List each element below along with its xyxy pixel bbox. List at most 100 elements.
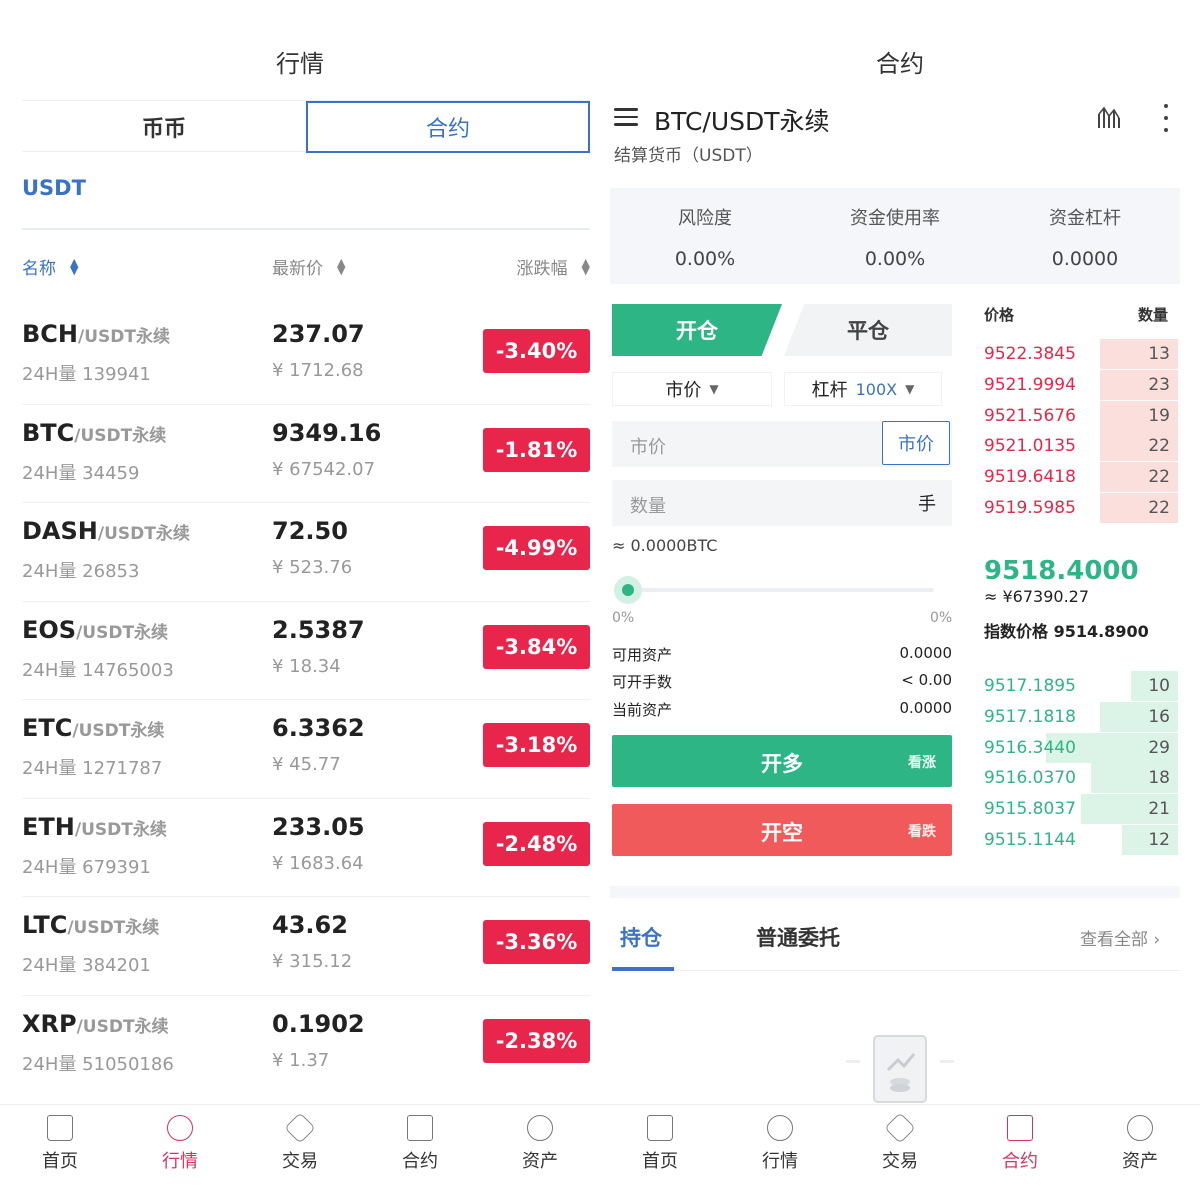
ask-price: 9522.3845 [984, 344, 1076, 364]
market-row[interactable]: BTC/USDT永续 24H量 34459 9349.16 ¥ 67542.07… [22, 405, 590, 503]
ask-price: 9521.5676 [984, 405, 1076, 426]
bid-quantity: 16 [1148, 706, 1170, 727]
open-short-label: 开空 [761, 821, 803, 845]
caret-down-icon: ▼ [709, 382, 719, 396]
section-divider [610, 886, 1180, 898]
bid-row[interactable]: 9517.1895 10 [984, 671, 1178, 701]
cny-price: ¥ 1683.64 [272, 852, 364, 874]
market-row[interactable]: BCH/USDT永续 24H量 139941 237.07 ¥ 1712.68 … [22, 306, 590, 405]
bid-row[interactable]: 9515.8037 21 [984, 794, 1178, 825]
tab-label: 首页 [642, 1151, 678, 1172]
tab-label: 资产 [1122, 1151, 1158, 1172]
ask-row[interactable]: 9519.5985 22 [984, 493, 1178, 523]
sort-by-name[interactable]: 名称 ▲ ▼ [22, 254, 78, 280]
bid-price: 9515.1144 [984, 830, 1076, 850]
market-row[interactable]: ETC/USDT永续 24H量 1271787 6.3362 ¥ 45.77 -… [22, 700, 590, 799]
ask-row[interactable]: 9521.0135 22 [984, 431, 1178, 462]
amount-slider-handle[interactable] [614, 576, 642, 604]
tab-home[interactable]: 首页 [0, 1115, 120, 1173]
tab-label: 首页 [42, 1151, 78, 1172]
account-stats: 风险度 0.00% 资金使用率 0.00% 资金杠杆 0.0000 [610, 188, 1180, 284]
tab-usdt[interactable]: USDT [22, 176, 86, 200]
change-header: 涨跌幅 [516, 259, 568, 279]
tab-label: 资产 [522, 1151, 558, 1172]
symbol: DASH/USDT永续 [22, 517, 190, 545]
market-row[interactable]: LTC/USDT永续 24H量 384201 43.62 ¥ 315.12 -3… [22, 897, 590, 996]
amount-slider-track[interactable] [628, 588, 934, 592]
price-field[interactable]: 市价 市价 [612, 421, 952, 467]
tab-market[interactable]: 行情 [720, 1115, 840, 1173]
ask-row[interactable]: 9521.9994 23 [984, 369, 1178, 400]
symbol: BTC/USDT永续 [22, 418, 167, 447]
home-icon [647, 1115, 673, 1141]
volume-24h: 24H量 139941 [22, 364, 151, 385]
sort-by-change[interactable]: 涨跌幅 ▲ ▼ [516, 254, 590, 280]
leverage-select[interactable]: 杠杆 100X ▼ [784, 372, 942, 406]
cny-price: ¥ 523.76 [272, 557, 353, 578]
market-row[interactable]: EOS/USDT永续 24H量 14765003 2.5387 ¥ 18.34 … [22, 602, 590, 700]
contract-pair[interactable]: BTC/USDT永续 [654, 102, 830, 138]
change-badge: -4.99% [483, 526, 590, 570]
more-icon[interactable] [1162, 104, 1170, 132]
last-price-cny: ≈ ¥67390.27 [984, 587, 1090, 606]
sort-by-price[interactable]: 最新价 ▲ ▼ [272, 254, 345, 280]
ask-quantity: 19 [1148, 405, 1170, 426]
tab-open-position[interactable]: 开仓 [612, 304, 782, 356]
bottom-tabbar: 首页 行情 交易 合约 资产 [0, 1104, 600, 1200]
settlement-currency: 结算货币（USDT） [614, 146, 763, 166]
bid-row[interactable]: 9515.1144 12 [984, 825, 1178, 855]
sort-icon: ▲ ▼ [581, 255, 590, 277]
tab-label: 交易 [882, 1151, 918, 1172]
market-row[interactable]: DASH/USDT永续 24H量 26853 72.50 ¥ 523.76 -4… [22, 503, 590, 602]
tab-contract[interactable]: 合约 [360, 1115, 480, 1173]
ask-row[interactable]: 9519.6418 22 [984, 462, 1178, 493]
tab-orders[interactable]: 普通委托 [756, 922, 840, 952]
kline-chart-icon[interactable] [1096, 104, 1122, 130]
tab-positions[interactable]: 持仓 [620, 922, 662, 952]
quantity-placeholder: 数量 [630, 496, 666, 517]
change-badge: -2.38% [483, 1018, 590, 1063]
tab-contract[interactable]: 合约 [306, 101, 590, 153]
active-tab-indicator [612, 967, 674, 971]
menu-icon[interactable] [614, 108, 638, 128]
bid-row[interactable]: 9517.1818 16 [984, 701, 1178, 732]
bid-price: 9517.1895 [984, 676, 1076, 696]
tab-market[interactable]: 行情 [120, 1115, 240, 1173]
ask-row[interactable]: 9522.3845 13 [984, 339, 1178, 369]
symbol: XRP/USDT永续 [22, 1009, 169, 1038]
tab-assets[interactable]: 资产 [1080, 1115, 1200, 1173]
open-long-button[interactable]: 开多 看涨 [612, 735, 952, 787]
tab-home[interactable]: 首页 [600, 1115, 720, 1173]
open-close-switch: 开仓 平仓 [612, 304, 952, 356]
view-all-link[interactable]: 查看全部 › [1080, 925, 1160, 950]
market-row[interactable]: ETH/USDT永续 24H量 679391 233.05 ¥ 1683.64 … [22, 799, 590, 897]
market-icon [767, 1115, 793, 1141]
bid-row[interactable]: 9516.0370 18 [984, 763, 1178, 794]
market-list: BCH/USDT永续 24H量 139941 237.07 ¥ 1712.68 … [22, 306, 590, 1094]
quantity-field[interactable]: 数量 手 [612, 480, 952, 526]
order-type-select[interactable]: 市价 ▼ [612, 372, 772, 406]
tab-close-position[interactable]: 平仓 [784, 304, 952, 356]
last-price: 237.07 [272, 320, 365, 348]
market-price-button[interactable]: 市价 [882, 421, 950, 465]
tab-trade[interactable]: 交易 [840, 1112, 960, 1173]
ask-quantity: 13 [1148, 344, 1170, 364]
tab-trade[interactable]: 交易 [240, 1112, 360, 1173]
tab-assets[interactable]: 资产 [480, 1115, 600, 1173]
last-price: 9349.16 [272, 418, 382, 447]
cny-price: ¥ 1712.68 [272, 360, 364, 381]
open-short-button[interactable]: 开空 看跌 [612, 804, 952, 856]
market-icon [167, 1115, 193, 1141]
orderbook-price-header: 价格 [984, 306, 1015, 324]
volume-24h: 24H量 679391 [22, 856, 151, 878]
cny-price: ¥ 18.34 [272, 655, 341, 677]
market-row[interactable]: XRP/USDT永续 24H量 51050186 0.1902 ¥ 1.37 -… [22, 996, 590, 1095]
bid-price: 9517.1818 [984, 706, 1076, 727]
bid-row[interactable]: 9516.3440 29 [984, 732, 1178, 763]
market-type-switch: 币币 合约 [22, 100, 590, 153]
order-type-label: 市价 [665, 380, 702, 401]
ask-row[interactable]: 9521.5676 19 [984, 400, 1178, 431]
leverage-value: 100X [855, 379, 898, 399]
tab-contract[interactable]: 合约 [960, 1115, 1080, 1173]
tab-spot[interactable]: 币币 [22, 101, 306, 153]
